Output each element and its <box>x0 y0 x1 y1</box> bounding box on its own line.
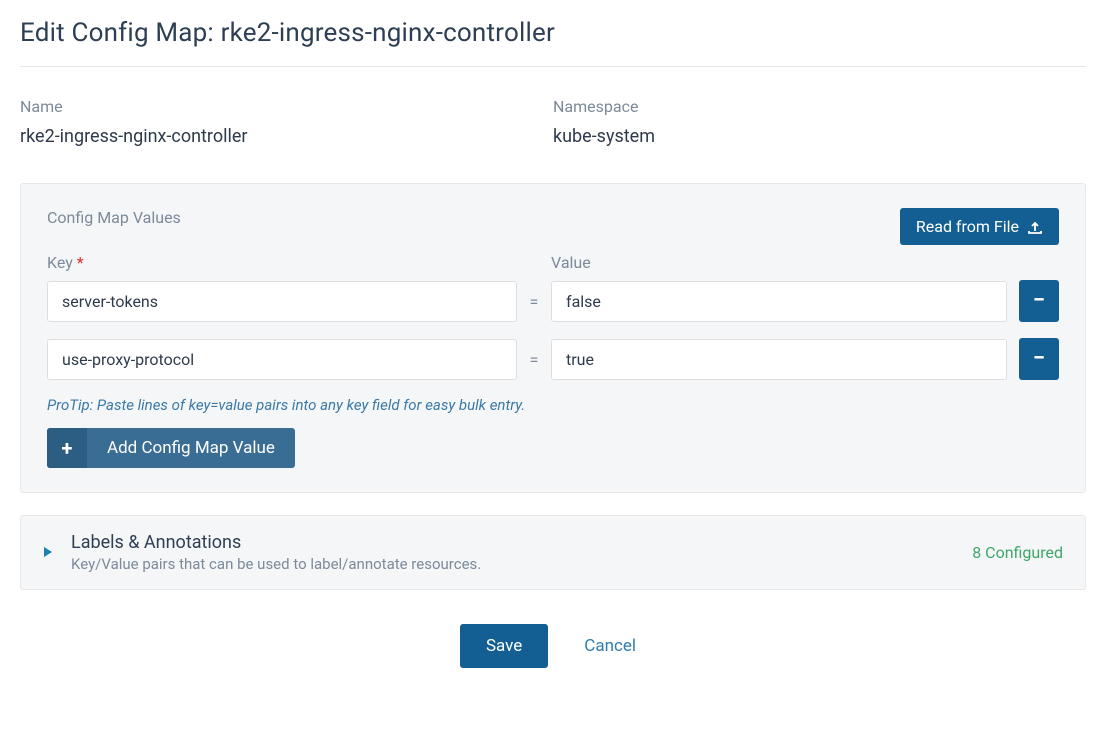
namespace-label: Namespace <box>553 97 1086 116</box>
labels-annotations-section[interactable]: Labels & Annotations Key/Value pairs tha… <box>20 515 1086 590</box>
configmap-panel: Config Map Values Read from File Key * V… <box>20 183 1086 493</box>
kv-header-row: Key * Value <box>47 253 1059 272</box>
required-mark: * <box>77 253 84 272</box>
add-config-map-value-label: Add Config Map Value <box>87 428 295 468</box>
meta-row: Name rke2-ingress-nginx-controller Names… <box>20 97 1086 147</box>
key-column-label: Key * <box>47 253 517 272</box>
save-button[interactable]: Save <box>460 624 548 668</box>
upload-icon <box>1027 220 1043 234</box>
kv-row: = − <box>47 338 1059 380</box>
protip-text: ProTip: Paste lines of key=value pairs i… <box>47 396 1059 414</box>
labels-subtitle: Key/Value pairs that can be used to labe… <box>71 555 972 573</box>
page-title: Edit Config Map: rke2-ingress-nginx-cont… <box>20 18 1086 48</box>
name-value: rke2-ingress-nginx-controller <box>20 126 553 147</box>
footer-actions: Save Cancel <box>20 624 1086 668</box>
chevron-right-icon <box>43 543 53 562</box>
plus-icon: + <box>47 428 87 468</box>
read-from-file-label: Read from File <box>916 217 1019 236</box>
read-from-file-button[interactable]: Read from File <box>900 208 1059 245</box>
value-column-label: Value <box>551 253 1059 272</box>
cancel-button[interactable]: Cancel <box>574 624 646 668</box>
labels-body: Labels & Annotations Key/Value pairs tha… <box>71 532 972 573</box>
name-label: Name <box>20 97 553 116</box>
equals-sign: = <box>517 292 551 311</box>
key-input[interactable] <box>47 339 517 380</box>
configmap-section-title: Config Map Values <box>47 208 181 227</box>
namespace-value: kube-system <box>553 126 1086 147</box>
key-input[interactable] <box>47 281 517 322</box>
kv-row: = − <box>47 280 1059 322</box>
value-input[interactable] <box>551 281 1007 322</box>
remove-row-button[interactable]: − <box>1019 338 1059 380</box>
equals-sign: = <box>517 350 551 369</box>
meta-namespace: Namespace kube-system <box>553 97 1086 147</box>
remove-row-button[interactable]: − <box>1019 280 1059 322</box>
labels-configured-badge: 8 Configured <box>972 543 1063 562</box>
panel-header: Config Map Values Read from File <box>47 208 1059 245</box>
value-input[interactable] <box>551 339 1007 380</box>
divider <box>20 66 1086 67</box>
meta-name: Name rke2-ingress-nginx-controller <box>20 97 553 147</box>
labels-title: Labels & Annotations <box>71 532 972 553</box>
add-config-map-value-button[interactable]: + Add Config Map Value <box>47 428 295 468</box>
